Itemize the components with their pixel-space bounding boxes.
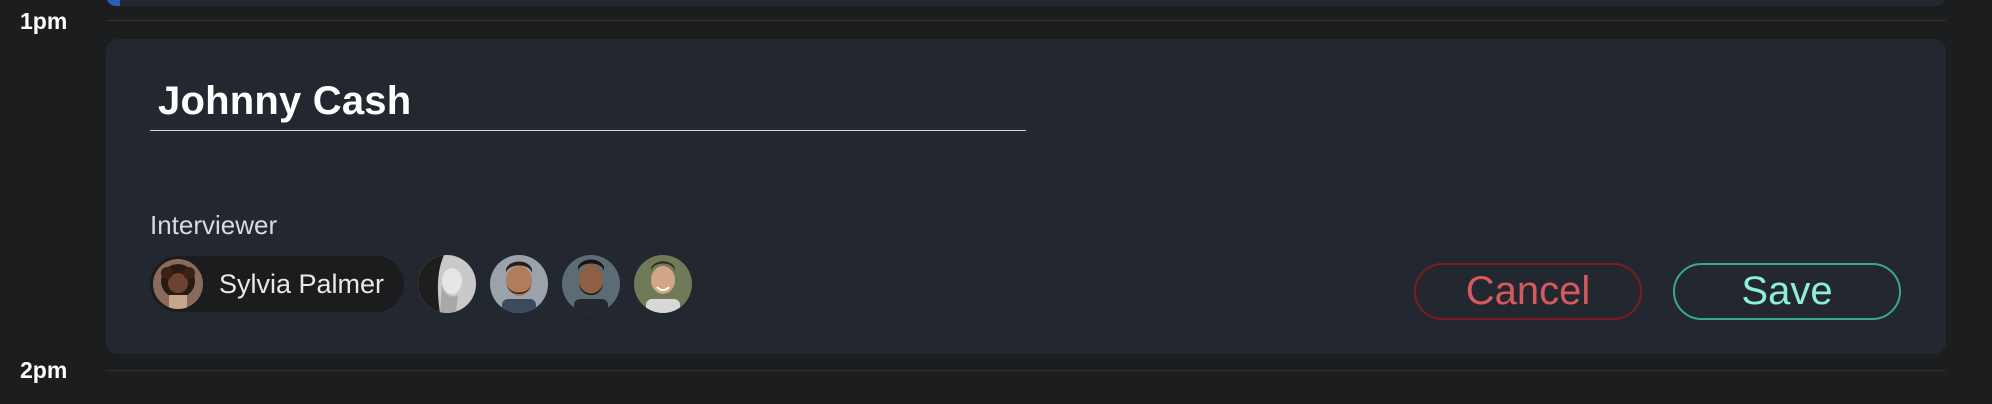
event-title-input[interactable]: Johnny Cash <box>150 73 1026 131</box>
interviewer-label: Interviewer <box>150 210 278 240</box>
calendar-day-view: 1pm Johnny Cash Interviewer Sylvia Palme… <box>0 0 1992 404</box>
previous-event-card[interactable] <box>106 0 1946 6</box>
avatar-man-smiling-icon[interactable] <box>634 255 693 313</box>
hour-divider-2pm <box>106 370 1946 371</box>
avatar-man-beard-1-icon[interactable] <box>490 255 549 313</box>
selected-interviewer-name: Sylvia Palmer <box>219 268 385 299</box>
avatar-sylvia-palmer-icon <box>153 259 203 309</box>
previous-event-accent <box>106 0 120 6</box>
save-button[interactable]: Save <box>1673 263 1901 320</box>
event-title-text[interactable]: Johnny Cash <box>158 79 411 124</box>
cancel-button[interactable]: Cancel <box>1414 263 1642 320</box>
event-edit-card: Johnny Cash Interviewer Sylvia Palmer Ca… <box>106 39 1946 354</box>
hour-divider-1pm <box>106 20 1946 21</box>
selected-interviewer-chip[interactable]: Sylvia Palmer <box>150 256 405 312</box>
interviewer-picker: Sylvia Palmer <box>150 255 693 313</box>
avatar-man-beard-2-icon[interactable] <box>562 255 621 313</box>
time-label-2pm: 2pm <box>20 357 68 383</box>
time-label-1pm: 1pm <box>20 8 68 34</box>
avatar-woman-bw-icon[interactable] <box>418 255 477 313</box>
